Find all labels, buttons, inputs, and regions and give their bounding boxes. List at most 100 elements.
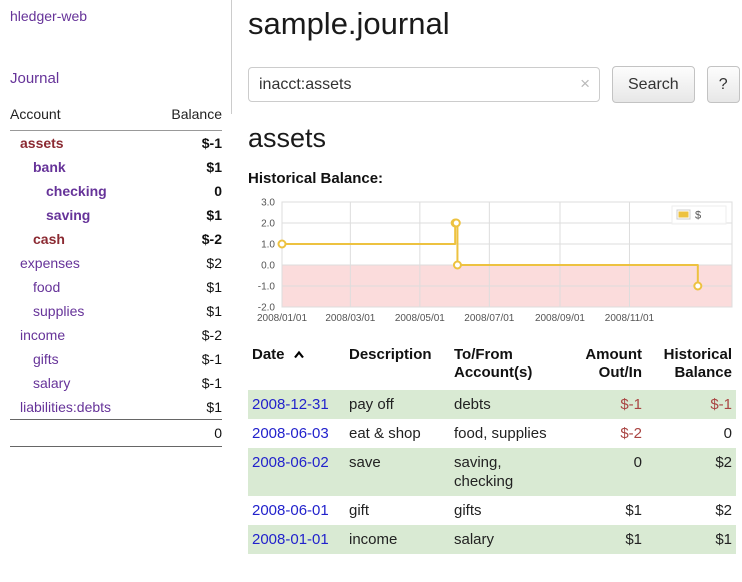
register-row: 2008-06-03 eat & shopfood, supplies$-20	[248, 419, 736, 448]
account-link[interactable]: cash	[33, 231, 65, 247]
transaction-amount: $1	[566, 496, 646, 525]
register-header-description: Description	[345, 344, 450, 390]
transaction-description: pay off	[345, 390, 450, 419]
account-row: bank $1	[10, 155, 222, 179]
transaction-balance: $1	[646, 525, 736, 554]
register-header-row: Date Description To/From Account(s) Amou…	[248, 344, 736, 390]
register-header-date-label: Date	[252, 346, 285, 363]
register-row: 2008-06-01 giftgifts$1$2	[248, 496, 736, 525]
transaction-date-cell: 2008-06-01	[248, 496, 345, 525]
account-link[interactable]: saving	[46, 207, 90, 223]
svg-text:2008/09/01: 2008/09/01	[535, 313, 585, 324]
help-button[interactable]: ?	[707, 66, 740, 103]
account-link[interactable]: liabilities:debts	[20, 399, 111, 415]
svg-text:2008/11/01: 2008/11/01	[605, 313, 655, 324]
svg-text:2008/01/01: 2008/01/01	[257, 313, 307, 324]
svg-text:0.0: 0.0	[261, 261, 275, 272]
account-row: food$1	[10, 275, 222, 299]
account-row: cash $-2	[10, 227, 222, 251]
transaction-date-link[interactable]: 2008-01-01	[252, 531, 329, 548]
accounts-total-value: 0	[151, 420, 222, 447]
transaction-balance: $2	[646, 448, 736, 496]
transaction-balance: $2	[646, 496, 736, 525]
transaction-date-link[interactable]: 2008-06-03	[252, 425, 329, 442]
transaction-date-cell: 2008-12-31	[248, 390, 345, 419]
account-balance: $1	[151, 395, 222, 420]
account-balance: $1	[151, 299, 222, 323]
page-title: sample.journal	[248, 6, 740, 42]
chart-legend: $	[672, 206, 726, 224]
account-row: checking 0	[10, 179, 222, 203]
account-link[interactable]: bank	[33, 159, 66, 175]
transaction-date-link[interactable]: 2008-06-01	[252, 502, 329, 519]
account-link[interactable]: checking	[46, 183, 107, 199]
register-header-amount: Amount Out/In	[566, 344, 646, 390]
sort-ascending-icon[interactable]	[293, 350, 305, 359]
search-button[interactable]: Search	[612, 66, 695, 103]
clear-search-icon[interactable]: ×	[580, 74, 590, 94]
transaction-description: eat & shop	[345, 419, 450, 448]
accounts-header-account: Account	[10, 101, 151, 131]
transaction-amount: $1	[566, 525, 646, 554]
account-link[interactable]: assets	[20, 135, 64, 151]
account-row: expenses$2	[10, 251, 222, 275]
account-link[interactable]: gifts	[33, 351, 59, 367]
sidebar-divider	[231, 0, 232, 114]
search-input[interactable]	[248, 67, 600, 102]
register-header-balance: Historical Balance	[646, 344, 736, 390]
register-header-date[interactable]: Date	[248, 344, 345, 390]
account-row: saving $1	[10, 203, 222, 227]
transaction-description: income	[345, 525, 450, 554]
account-link[interactable]: supplies	[33, 303, 84, 319]
account-row: income $-2	[10, 323, 222, 347]
svg-text:2008/03/01: 2008/03/01	[325, 313, 375, 324]
transaction-amount: 0	[566, 448, 646, 496]
transaction-date-cell: 2008-06-02	[248, 448, 345, 496]
app-brand-link[interactable]: hledger-web	[10, 8, 222, 24]
transaction-date-cell: 2008-06-03	[248, 419, 345, 448]
transaction-date-link[interactable]: 2008-12-31	[252, 396, 329, 413]
transaction-balance: 0	[646, 419, 736, 448]
register-table: Date Description To/From Account(s) Amou…	[248, 344, 736, 554]
chart-legend-label: $	[695, 210, 701, 222]
account-balance: $-2	[151, 323, 222, 347]
account-balance: $1	[151, 203, 222, 227]
main-content: sample.journal × Search ? assets Histori…	[232, 0, 742, 554]
account-balance: $-1	[151, 347, 222, 371]
account-row: assets $-1	[10, 131, 222, 156]
account-heading: assets	[248, 123, 740, 154]
transaction-amount: $-1	[566, 390, 646, 419]
transaction-accounts: gifts	[450, 496, 566, 525]
account-balance: $-2	[151, 227, 222, 251]
transaction-accounts: salary	[450, 525, 566, 554]
transaction-amount: $-2	[566, 419, 646, 448]
transaction-description: save	[345, 448, 450, 496]
account-row: supplies $1	[10, 299, 222, 323]
svg-text:-2.0: -2.0	[258, 303, 276, 314]
account-link[interactable]: salary	[33, 375, 70, 391]
accounts-total-row: 0	[10, 420, 222, 447]
account-link[interactable]: income	[20, 327, 65, 343]
chart-container: 3.02.01.00.0-1.0-2.02008/01/012008/03/01…	[248, 194, 740, 332]
transaction-date-link[interactable]: 2008-06-02	[252, 454, 329, 471]
accounts-header-balance: Balance	[151, 101, 222, 131]
transaction-description: gift	[345, 496, 450, 525]
account-link[interactable]: food	[33, 279, 60, 295]
account-balance: $-1	[151, 131, 222, 156]
nav-journal-link[interactable]: Journal	[10, 70, 222, 87]
account-balance: 0	[151, 179, 222, 203]
app-window: hledger-web Journal Account Balance asse…	[0, 0, 742, 554]
svg-text:3.0: 3.0	[261, 198, 275, 209]
register-header-accounts: To/From Account(s)	[450, 344, 566, 390]
chart-title: Historical Balance:	[248, 170, 740, 187]
register-row: 2008-01-01incomesalary$1$1	[248, 525, 736, 554]
account-row: gifts $-1	[10, 347, 222, 371]
svg-text:2008/05/01: 2008/05/01	[395, 313, 445, 324]
accounts-table: Account Balance assets $-1 bank $1 checking 0…	[10, 101, 222, 447]
transaction-balance: $-1	[646, 390, 736, 419]
transaction-accounts: food, supplies	[450, 419, 566, 448]
search-input-wrap: ×	[248, 67, 600, 102]
account-link[interactable]: expenses	[20, 255, 80, 271]
account-balance: $1	[151, 155, 222, 179]
search-bar: × Search ?	[248, 66, 740, 103]
